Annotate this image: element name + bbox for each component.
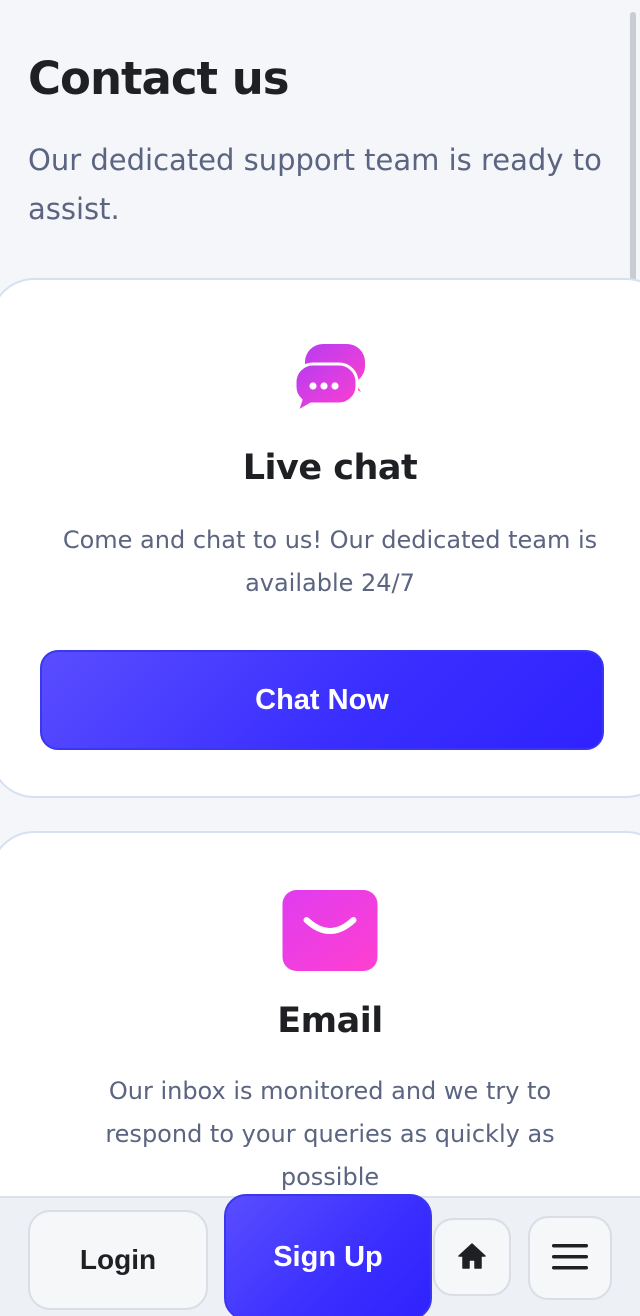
bottom-nav-bar: Login Sign Up (0, 1194, 640, 1316)
menu-icon (552, 1242, 588, 1275)
home-icon (457, 1242, 487, 1273)
email-description: Our inbox is monitored and we try to res… (105, 1077, 555, 1191)
live-chat-card: Live chat Come and chat to us! Our dedic… (0, 278, 640, 798)
menu-button[interactable] (528, 1216, 612, 1300)
page-title: Contact us (28, 52, 290, 105)
live-chat-description: Come and chat to us! Our dedicated team … (62, 526, 598, 597)
chat-now-button[interactable]: Chat Now (40, 650, 604, 750)
envelope-icon (282, 890, 378, 971)
signup-button[interactable]: Sign Up (224, 1194, 432, 1316)
chat-bubbles-icon (293, 342, 367, 416)
login-button[interactable]: Login (28, 1210, 208, 1310)
live-chat-heading: Live chat (242, 448, 418, 488)
email-heading: Email (277, 1001, 383, 1041)
contact-page: Contact us Our dedicated support team is… (0, 0, 640, 1316)
page-subtitle: Our dedicated support team is ready to a… (28, 143, 602, 226)
home-button[interactable] (433, 1218, 511, 1296)
